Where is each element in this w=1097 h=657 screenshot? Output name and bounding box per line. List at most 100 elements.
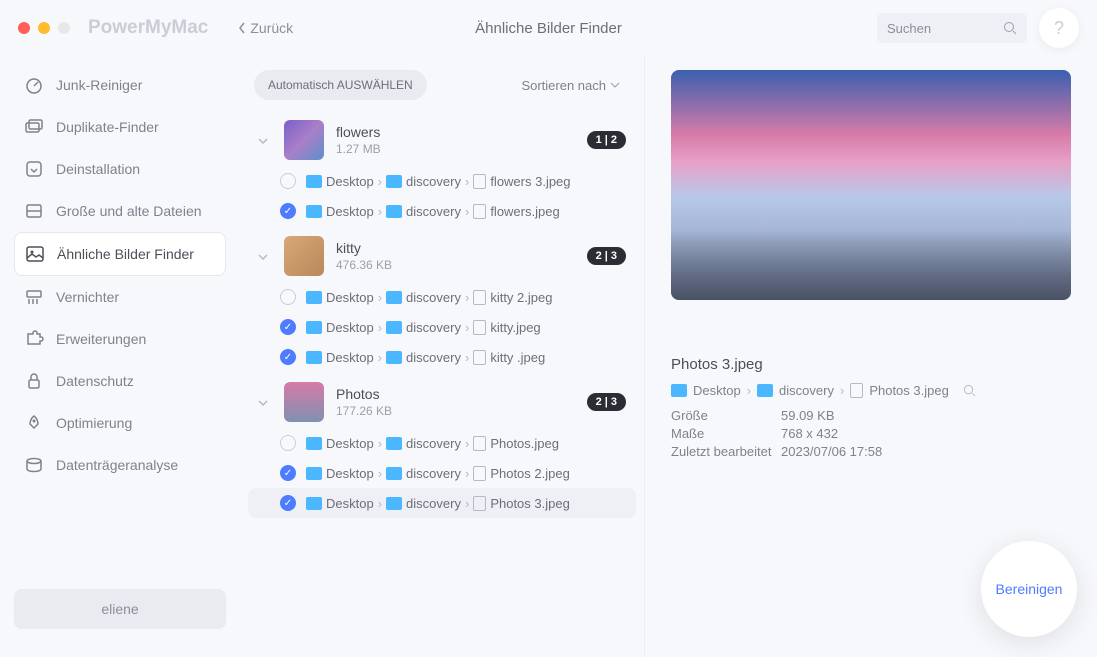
checkbox[interactable] (280, 173, 296, 189)
group-size: 177.26 KB (336, 404, 575, 418)
sidebar-item-label: Optimierung (56, 415, 132, 431)
folder-icon (306, 437, 322, 450)
count-badge: 1 | 2 (587, 131, 626, 149)
preview-pane: Photos 3.jpeg Desktop› discovery› Photos… (645, 56, 1097, 657)
folder-icon (306, 497, 322, 510)
search-icon[interactable] (963, 384, 976, 397)
help-button[interactable]: ? (1039, 8, 1079, 48)
file-path: Desktop›discovery›kitty .jpeg (306, 350, 545, 365)
file-row[interactable]: Desktop›discovery›Photos 2.jpeg (248, 458, 636, 488)
file-row[interactable]: Desktop›discovery›flowers.jpeg (248, 196, 636, 226)
sidebar-item-label: Große und alte Dateien (56, 203, 202, 219)
sidebar-item-folders[interactable]: Duplikate-Finder (14, 106, 226, 148)
file-row[interactable]: Desktop›discovery›kitty.jpeg (248, 312, 636, 342)
group-name: Photos (336, 386, 575, 402)
sidebar-item-gauge[interactable]: Junk-Reiniger (14, 64, 226, 106)
group-header[interactable]: flowers1.27 MB1 | 2 (248, 114, 636, 166)
sidebar-item-drawer[interactable]: Große und alte Dateien (14, 190, 226, 232)
puzzle-icon (24, 330, 44, 348)
file-row[interactable]: Desktop›discovery›kitty 2.jpeg (248, 282, 636, 312)
maximize-icon[interactable] (58, 22, 70, 34)
search-input[interactable]: Suchen (877, 13, 1027, 43)
checkbox[interactable] (280, 349, 296, 365)
list-pane: Automatisch AUSWÄHLEN Sortieren nach flo… (240, 56, 645, 657)
image-icon (25, 245, 45, 263)
sidebar-item-rocket[interactable]: Optimierung (14, 402, 226, 444)
folder-icon (757, 384, 773, 397)
folder-icon (386, 291, 402, 304)
chevron-down-icon[interactable] (258, 393, 272, 411)
file-path: Desktop›discovery›Photos 3.jpeg (306, 496, 570, 511)
preview-path: Desktop› discovery› Photos 3.jpeg (671, 383, 1071, 398)
count-badge: 2 | 3 (587, 393, 626, 411)
drawer-icon (24, 202, 44, 220)
sidebar-item-lock[interactable]: Datenschutz (14, 360, 226, 402)
file-path: Desktop›discovery›flowers 3.jpeg (306, 174, 571, 189)
group-header[interactable]: kitty476.36 KB2 | 3 (248, 230, 636, 282)
group-thumbnail (284, 236, 324, 276)
sidebar-item-label: Junk-Reiniger (56, 77, 142, 93)
back-button[interactable]: Zurück (238, 20, 293, 36)
folder-icon (306, 351, 322, 364)
sidebar-item-label: Deinstallation (56, 161, 140, 177)
preview-image (671, 70, 1071, 300)
app-icon (24, 160, 44, 178)
folder-icon (306, 321, 322, 334)
file-icon (473, 174, 486, 189)
checkbox[interactable] (280, 289, 296, 305)
file-icon (473, 204, 486, 219)
checkbox[interactable] (280, 203, 296, 219)
folder-icon (386, 467, 402, 480)
checkbox[interactable] (280, 319, 296, 335)
gauge-icon (24, 76, 44, 94)
checkbox[interactable] (280, 495, 296, 511)
sidebar-item-label: Duplikate-Finder (56, 119, 159, 135)
file-row[interactable]: Desktop›discovery›flowers 3.jpeg (248, 166, 636, 196)
sidebar-item-label: Ähnliche Bilder Finder (57, 246, 194, 262)
user-button[interactable]: eliene (14, 589, 226, 629)
file-row[interactable]: Desktop›discovery›Photos 3.jpeg (248, 488, 636, 518)
search-placeholder: Suchen (887, 21, 931, 36)
sidebar-item-puzzle[interactable]: Erweiterungen (14, 318, 226, 360)
group-header[interactable]: Photos 177.26 KB 2 | 3 (248, 376, 636, 428)
checkbox[interactable] (280, 465, 296, 481)
file-path: Desktop›discovery›kitty.jpeg (306, 320, 541, 335)
file-icon (473, 350, 486, 365)
checkbox[interactable] (280, 435, 296, 451)
chevron-down-icon (610, 82, 620, 88)
auto-select-button[interactable]: Automatisch AUSWÄHLEN (254, 70, 427, 100)
folder-icon (306, 291, 322, 304)
disk-icon (24, 456, 44, 474)
app-name: PowerMyMac (88, 17, 208, 39)
minimize-icon[interactable] (38, 22, 50, 34)
sidebar: Junk-Reiniger Duplikate-Finder Deinstallat… (0, 56, 240, 657)
group-name: flowers (336, 124, 575, 140)
folder-icon (306, 175, 322, 188)
sidebar-item-shredder[interactable]: Vernichter (14, 276, 226, 318)
rocket-icon (24, 414, 44, 432)
file-icon (473, 496, 486, 511)
sidebar-item-app[interactable]: Deinstallation (14, 148, 226, 190)
sidebar-item-image[interactable]: Ähnliche Bilder Finder (14, 232, 226, 276)
file-icon (473, 320, 486, 335)
titlebar: PowerMyMac Zurück Ähnliche Bilder Finder… (0, 0, 1097, 56)
file-icon (473, 290, 486, 305)
chevron-down-icon[interactable] (258, 131, 272, 149)
sidebar-item-label: Erweiterungen (56, 331, 146, 347)
folders-icon (24, 118, 44, 136)
clean-button[interactable]: Bereinigen (981, 541, 1077, 637)
chevron-left-icon (238, 22, 246, 34)
folder-icon (386, 497, 402, 510)
shredder-icon (24, 288, 44, 306)
file-row[interactable]: Desktop›discovery›Photos.jpeg (248, 428, 636, 458)
sort-button[interactable]: Sortieren nach (521, 78, 620, 93)
sidebar-item-label: Datenträgeranalyse (56, 457, 178, 473)
close-icon[interactable] (18, 22, 30, 34)
file-path: Desktop›discovery›kitty 2.jpeg (306, 290, 552, 305)
file-icon (473, 466, 486, 481)
folder-icon (671, 384, 687, 397)
sidebar-item-disk[interactable]: Datenträgeranalyse (14, 444, 226, 486)
file-row[interactable]: Desktop›discovery›kitty .jpeg (248, 342, 636, 372)
count-badge: 2 | 3 (587, 247, 626, 265)
chevron-down-icon[interactable] (258, 247, 272, 265)
